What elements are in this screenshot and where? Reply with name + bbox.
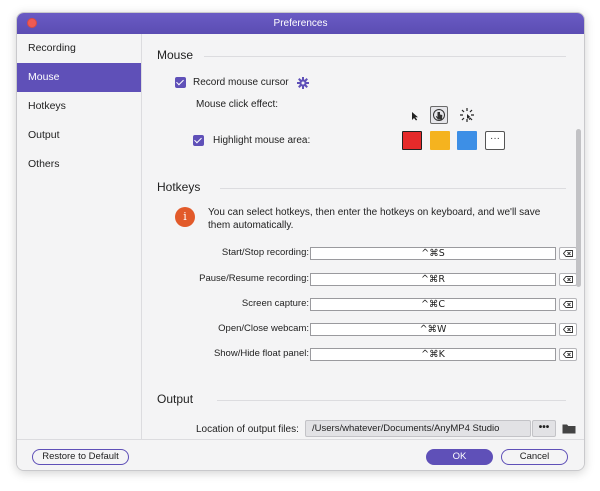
backspace-icon [563, 276, 573, 283]
record-cursor-label: Record mouse cursor [193, 77, 289, 88]
backspace-icon [563, 250, 573, 257]
restore-default-button[interactable]: Restore to Default [32, 449, 129, 465]
sidebar: Recording Mouse Hotkeys Output Others [17, 34, 142, 439]
output-section-heading: Output [157, 392, 194, 406]
cancel-button[interactable]: Cancel [501, 449, 568, 465]
hotkey-field-start-stop[interactable]: ^⌘S [310, 247, 556, 260]
hotkey-label-start-stop: Start/Stop recording: [221, 247, 309, 258]
clear-hotkey-screen-capture[interactable] [559, 298, 577, 311]
highlight-color-blue[interactable] [457, 131, 477, 150]
highlight-color-yellow[interactable] [430, 131, 450, 150]
more-colors-button[interactable]: ··· [485, 131, 505, 150]
hotkey-label-webcam: Open/Close webcam: [218, 323, 309, 334]
highlight-color-red[interactable] [402, 131, 422, 150]
ok-button[interactable]: OK [426, 449, 493, 465]
dialog-footer: Restore to Default OK Cancel [17, 439, 584, 470]
settings-panel: Mouse Record mouse cursor Mouse click ef… [142, 34, 584, 439]
sidebar-item-output[interactable]: Output [17, 121, 141, 150]
hotkey-field-float-panel[interactable]: ^⌘K [310, 348, 556, 361]
backspace-icon [563, 351, 573, 358]
output-location-field[interactable]: /Users/whatever/Documents/AnyMP4 Studio [305, 420, 531, 437]
record-cursor-checkbox[interactable] [175, 77, 186, 88]
sidebar-item-recording[interactable]: Recording [17, 34, 141, 63]
click-burst-icon[interactable] [458, 106, 476, 124]
hand-click-icon[interactable] [430, 106, 448, 124]
preferences-window: Preferences Recording Mouse Hotkeys Outp… [16, 12, 585, 471]
highlight-area-label: Highlight mouse area: [213, 135, 311, 146]
hotkey-field-webcam[interactable]: ^⌘W [310, 323, 556, 336]
sidebar-item-hotkeys[interactable]: Hotkeys [17, 92, 141, 121]
window-title: Preferences [273, 18, 328, 29]
click-effect-label: Mouse click effect: [196, 99, 279, 110]
hotkey-label-float-panel: Show/Hide float panel: [213, 348, 309, 359]
backspace-icon [563, 326, 573, 333]
info-icon: i [175, 207, 195, 227]
gear-icon[interactable] [297, 77, 309, 89]
clear-hotkey-pause-resume[interactable] [559, 273, 577, 286]
hotkeys-section-heading: Hotkeys [157, 180, 201, 194]
hotkey-field-screen-capture[interactable]: ^⌘C [310, 298, 556, 311]
highlight-area-checkbox[interactable] [193, 135, 204, 146]
hotkeys-info-text: You can select hotkeys, then enter the h… [208, 207, 541, 231]
section-divider [204, 56, 566, 57]
title-bar: Preferences [17, 13, 584, 34]
backspace-icon [563, 301, 573, 308]
browse-path-button[interactable]: ••• [532, 420, 556, 437]
sidebar-item-mouse[interactable]: Mouse [17, 63, 141, 92]
hotkey-label-screen-capture: Screen capture: [241, 298, 309, 309]
hotkey-label-pause-resume: Pause/Resume recording: [199, 273, 309, 284]
folder-icon[interactable] [562, 423, 576, 434]
clear-hotkey-float-panel[interactable] [559, 348, 577, 361]
clear-hotkey-start-stop[interactable] [559, 247, 577, 260]
section-divider [217, 400, 566, 401]
arrow-cursor-icon[interactable] [406, 107, 424, 125]
hotkey-field-pause-resume[interactable]: ^⌘R [310, 273, 556, 286]
clear-hotkey-webcam[interactable] [559, 323, 577, 336]
scrollbar[interactable] [576, 129, 581, 287]
sidebar-item-others[interactable]: Others [17, 150, 141, 179]
section-divider [220, 188, 566, 189]
mouse-section-heading: Mouse [157, 48, 194, 62]
output-location-label: Location of output files: [196, 424, 299, 435]
